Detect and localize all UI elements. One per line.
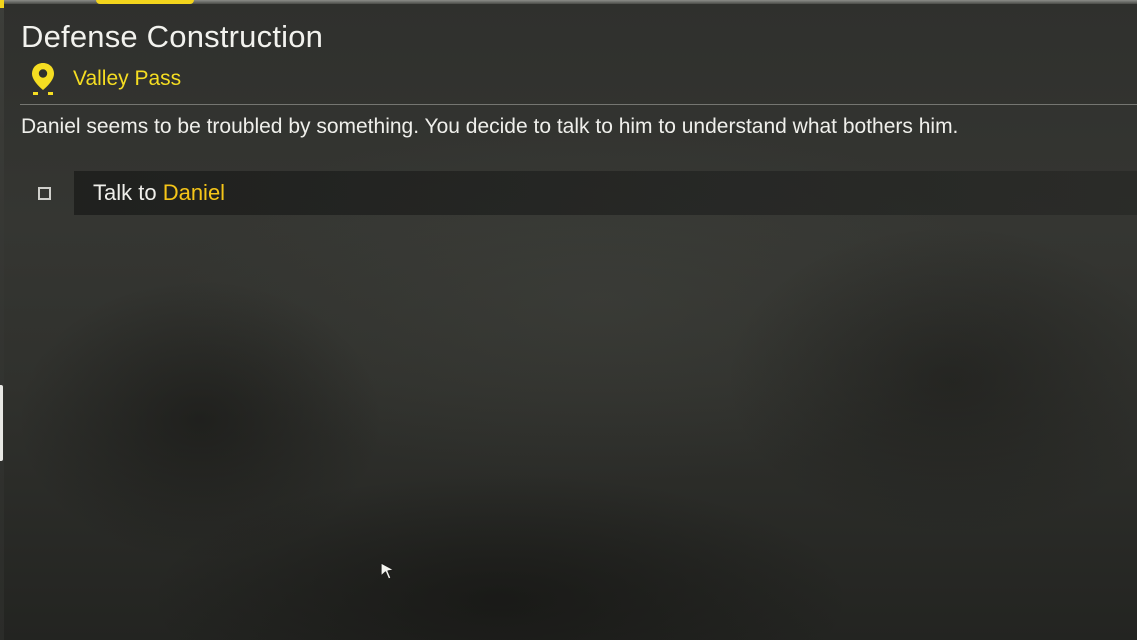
mouse-cursor-icon bbox=[380, 562, 395, 580]
objective-item[interactable]: Talk to Daniel bbox=[74, 171, 1137, 215]
location-label: Valley Pass bbox=[73, 67, 182, 90]
game-screen: Defense Construction Valley Pass Daniel … bbox=[0, 0, 1137, 640]
objective-verb: Talk to bbox=[93, 180, 163, 205]
objective-target[interactable]: Daniel bbox=[163, 180, 225, 205]
left-frame-strip bbox=[0, 0, 4, 640]
map-pin-icon bbox=[32, 63, 54, 95]
quest-location[interactable]: Valley Pass bbox=[30, 62, 181, 96]
active-tab-indicator[interactable] bbox=[96, 0, 194, 4]
header-divider bbox=[20, 104, 1137, 105]
left-accent-marker bbox=[0, 0, 4, 8]
objective-text: Talk to Daniel bbox=[93, 180, 225, 206]
quest-title: Defense Construction bbox=[21, 19, 324, 54]
scroll-indicator[interactable] bbox=[0, 385, 3, 461]
checkbox-icon bbox=[38, 187, 51, 200]
quest-description: Daniel seems to be troubled by something… bbox=[21, 115, 959, 138]
